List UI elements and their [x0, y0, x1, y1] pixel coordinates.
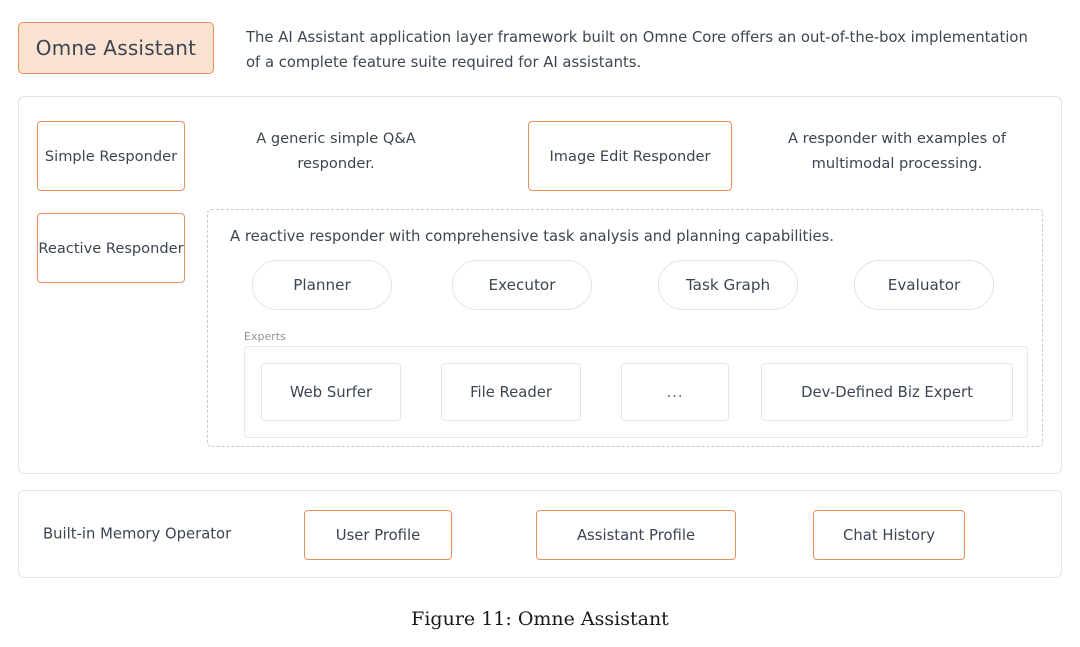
- pipeline-node-task-graph: Task Graph: [658, 260, 798, 310]
- expert-web-surfer: Web Surfer: [261, 363, 401, 421]
- memory-panel: Built-in Memory Operator User Profile As…: [18, 490, 1062, 578]
- memory-operator-label: Built-in Memory Operator: [43, 525, 232, 543]
- memory-item-chat-history: Chat History: [813, 510, 965, 560]
- pipeline-node-planner: Planner: [252, 260, 392, 310]
- reactive-responder-box: Reactive Responder: [37, 213, 185, 283]
- expert-file-reader: File Reader: [441, 363, 581, 421]
- figure-container: Omne Assistant The AI Assistant applicat…: [0, 0, 1080, 647]
- experts-label: Experts: [244, 330, 286, 343]
- image-edit-responder-description: A responder with examples of multimodal …: [788, 130, 1006, 172]
- figure-caption: Figure 11: Omne Assistant: [411, 608, 669, 630]
- experts-box: Web Surfer File Reader ... Dev-Defined B…: [244, 346, 1028, 438]
- expert-dev-defined-biz-expert: Dev-Defined Biz Expert: [761, 363, 1013, 421]
- pipeline-node-evaluator: Evaluator: [854, 260, 994, 310]
- responders-panel: Simple Responder A generic simple Q&A re…: [18, 96, 1062, 474]
- title-badge: Omne Assistant: [18, 22, 214, 74]
- expert-ellipsis: ...: [621, 363, 729, 421]
- pipeline-node-row: Planner Executor Task Graph Evaluator: [252, 260, 1012, 310]
- header: Omne Assistant The AI Assistant applicat…: [18, 22, 1062, 84]
- image-edit-responder-box: Image Edit Responder: [528, 121, 732, 191]
- memory-item-assistant-profile: Assistant Profile: [536, 510, 736, 560]
- reactive-responder-description: A reactive responder with comprehensive …: [230, 228, 834, 245]
- pipeline-node-executor: Executor: [452, 260, 592, 310]
- header-description: The AI Assistant application layer frame…: [246, 29, 1028, 71]
- simple-responder-box: Simple Responder: [37, 121, 185, 191]
- simple-responder-description: A generic simple Q&A responder.: [256, 130, 416, 172]
- reactive-responder-panel: A reactive responder with comprehensive …: [207, 209, 1043, 447]
- memory-item-user-profile: User Profile: [304, 510, 452, 560]
